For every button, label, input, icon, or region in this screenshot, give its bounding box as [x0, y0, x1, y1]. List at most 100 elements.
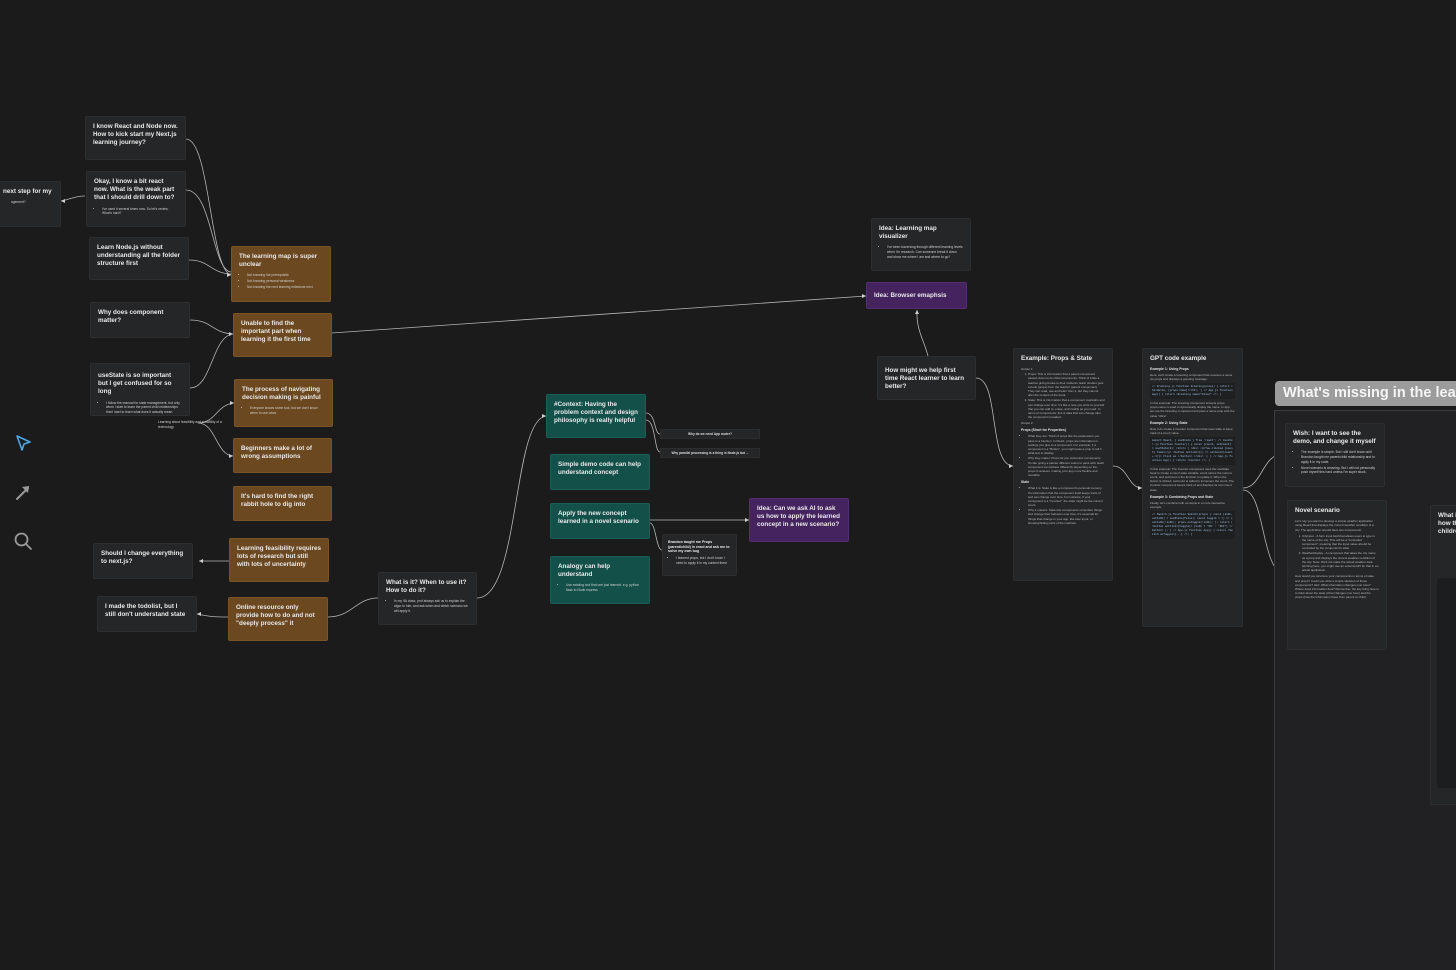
connector [331, 295, 867, 334]
card-made-todolist[interactable]: I made the todolist, but I still don't u… [97, 596, 197, 632]
doc-output-label: Output 1: [1021, 367, 1034, 371]
connector [975, 377, 1014, 467]
card-brandon[interactable]: Brandon taught me Props (parent/child) i… [662, 534, 737, 576]
card-title: Learn Node.js without understanding all … [97, 244, 180, 268]
doc-gpt-code[interactable]: GPT code example Example 1: Using Props … [1142, 348, 1243, 627]
card-partial-right[interactable]: What i how th childre [1430, 505, 1456, 805]
card-bullet: I learned props, but I don't know I need… [676, 556, 731, 566]
card-title: I know React and Node now. How to kick s… [93, 123, 178, 147]
doc-paragraph: In this example: The Greeting component … [1150, 401, 1235, 418]
card-title: Okay, I know a bit react now. What is th… [94, 178, 175, 202]
card-title: How might we help first time React learn… [885, 367, 965, 391]
card-title: Should I change everything to next.js? [101, 550, 184, 566]
doc-paragraph: Finally, let's combine both concepts in … [1150, 500, 1225, 509]
card-component-matter[interactable]: Why does component matter? [90, 302, 190, 338]
card-title: useState is so important but I get confu… [98, 372, 172, 396]
arrowhead [915, 310, 919, 314]
card-bullet: Not knowing personal weakness [247, 279, 323, 284]
card-apply-new[interactable]: Apply the new concept learned in a novel… [550, 503, 650, 539]
connector [188, 259, 232, 275]
card-unable-find[interactable]: Unable to find the important part when l… [233, 313, 332, 357]
doc-paragraph: WeatherDisplay - A component that takes … [1302, 551, 1379, 572]
doc-subheading: Example 1: Using Props [1150, 367, 1189, 371]
card-context[interactable]: #Context: Having the problem context and… [546, 394, 646, 438]
card-title: What i how th childre [1438, 512, 1456, 536]
code-panel [1437, 578, 1456, 788]
card-bullet: Not knowing the prerequisite [247, 273, 323, 278]
tiny-note-app-router[interactable]: Why do we need App router? [660, 429, 760, 439]
card-title: #Context: Having the problem context and… [554, 401, 638, 425]
card-bullet: In my 9A class, prof always ask us to ex… [394, 599, 469, 613]
doc-paragraph: In this example: The Counter component u… [1150, 466, 1234, 492]
card-analogy[interactable]: Analogy can help understand Use existing… [550, 556, 650, 604]
card-weak-part[interactable]: Okay, I know a bit react now. What is th… [86, 171, 186, 227]
card-title: Idea: Learning map visualizer [879, 225, 937, 241]
connector [185, 138, 232, 276]
card-know-react-node[interactable]: I know React and Node now. How to kick s… [85, 116, 186, 160]
card-what-is-it[interactable]: What is it? When to use it? How to do it… [378, 572, 477, 625]
doc-output-label: Output 2: [1021, 421, 1034, 426]
card-bullet: agement? [11, 200, 26, 205]
cursor-arrow-icon[interactable] [13, 433, 33, 453]
section-frame[interactable] [1274, 410, 1456, 970]
connector [196, 613, 229, 618]
card-title: Simple demo code can help understand con… [558, 461, 641, 477]
card-feasibility[interactable]: Learning feasibility requires lots of re… [229, 538, 329, 582]
tiny-note-parallel[interactable]: Why parallel processing is a thing in No… [660, 448, 760, 458]
card-bullet: Not knowing the next learning milestone … [247, 285, 323, 290]
card-title: The learning map is super unclear [239, 253, 318, 269]
card-navigating[interactable]: The process of navigating decision makin… [234, 379, 333, 427]
doc-subheading: Example 2: Using State [1150, 420, 1188, 425]
connector [1112, 465, 1143, 489]
card-title: Unable to find the important part when l… [241, 320, 311, 344]
doc-paragraph: State: This is information that a compon… [1028, 398, 1105, 419]
connector [189, 319, 234, 335]
card-title: next step for my [3, 188, 52, 195]
card-title: Idea: Browser emaphsis [874, 292, 947, 299]
card-idea-ai[interactable]: Idea: Can we ask AI to ask us how to app… [749, 498, 849, 542]
card-bullet: I follow the manual for state management… [106, 401, 182, 415]
arrowhead [197, 612, 201, 616]
search-icon[interactable] [13, 531, 33, 551]
card-simple-demo[interactable]: Simple demo code can help understand con… [550, 454, 650, 490]
section-title[interactable]: What's missing in the lea [1275, 381, 1456, 406]
card-wish[interactable]: Wish: I want to see the demo, and change… [1285, 423, 1385, 487]
card-title: Online resource only provide how to do a… [236, 604, 315, 628]
floating-label: Learning about feasibility and suitabili… [158, 420, 222, 429]
doc-paragraph: Here, we'll create a Greeting component … [1150, 373, 1233, 382]
doc-paragraph: Why it matters: State lets components re… [1028, 508, 1105, 525]
connector [185, 189, 232, 273]
card-bullet: Everyone knows some tool, but we don't k… [250, 406, 325, 416]
card-rabbit-hole[interactable]: It's hard to find the right rabbit hole … [233, 486, 332, 521]
card-title: It's hard to find the right rabbit hole … [241, 493, 314, 509]
card-learning-map[interactable]: The learning map is super unclear Not kn… [231, 246, 331, 302]
connector [916, 309, 929, 357]
card-usestate[interactable]: useState is so important but I get confu… [90, 363, 190, 416]
card-novel-scenario[interactable]: Novel scenario Let's say you want to dev… [1287, 500, 1387, 650]
card-title: I made the todolist, but I still don't u… [105, 603, 186, 619]
card-bullet: The example is simple. But I still don't… [1301, 450, 1377, 464]
doc-subheading: Props (Short for Properties) [1021, 428, 1066, 433]
card-idea-map[interactable]: Idea: Learning map visualizer I've been … [871, 218, 971, 271]
arrowhead [61, 199, 65, 203]
card-online-resource[interactable]: Online resource only provide how to do a… [228, 597, 328, 641]
card-should-change[interactable]: Should I change everything to next.js? [93, 543, 193, 579]
card-beginners[interactable]: Beginners make a lot of wrong assumption… [233, 438, 332, 473]
card-title: Wish: I want to see the demo, and change… [1293, 430, 1376, 446]
card-learn-node[interactable]: Learn Node.js without understanding all … [89, 237, 189, 280]
card-title: Analogy can help understand [558, 563, 611, 579]
card-idea-browser[interactable]: Idea: Browser emaphsis [866, 282, 967, 309]
doc-props-state[interactable]: Example: Props & State Output 1: Props: … [1013, 348, 1113, 581]
connector [645, 419, 661, 453]
doc-title: Example: Props & State [1021, 355, 1093, 362]
arrow-icon[interactable] [13, 482, 33, 502]
doc-title: GPT code example [1150, 355, 1207, 362]
doc-paragraph: CityInput - A form input field that allo… [1302, 534, 1379, 551]
card-how-might[interactable]: How might we help first time React learn… [877, 356, 976, 400]
card-title: The process of navigating decision makin… [242, 386, 321, 402]
card-next-step[interactable]: next step for my agement? [0, 181, 61, 227]
connector [649, 522, 663, 551]
card-bullet: I've been traversing through different l… [887, 245, 963, 259]
card-title: Apply the new concept learned in a novel… [558, 510, 639, 526]
card-title: Brandon taught me Props (parent/child) i… [668, 540, 730, 554]
